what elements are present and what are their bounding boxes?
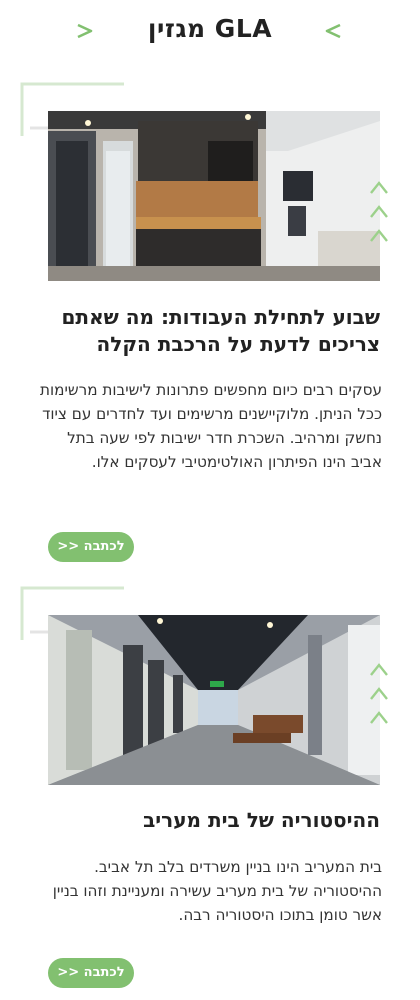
article-title[interactable]: ההיסטוריה של בית מעריב [40,807,380,834]
read-article-button[interactable]: לכתבה << [48,958,134,988]
article-card[interactable]: ההיסטוריה של בית מעריב בית המעריב הינו ב… [0,0,420,1000]
decorative-chevrons [368,660,390,732]
article-image[interactable] [48,615,380,785]
article-excerpt: בית המעריב הינו בניין משרדים בלב תל אביב… [52,858,382,924]
